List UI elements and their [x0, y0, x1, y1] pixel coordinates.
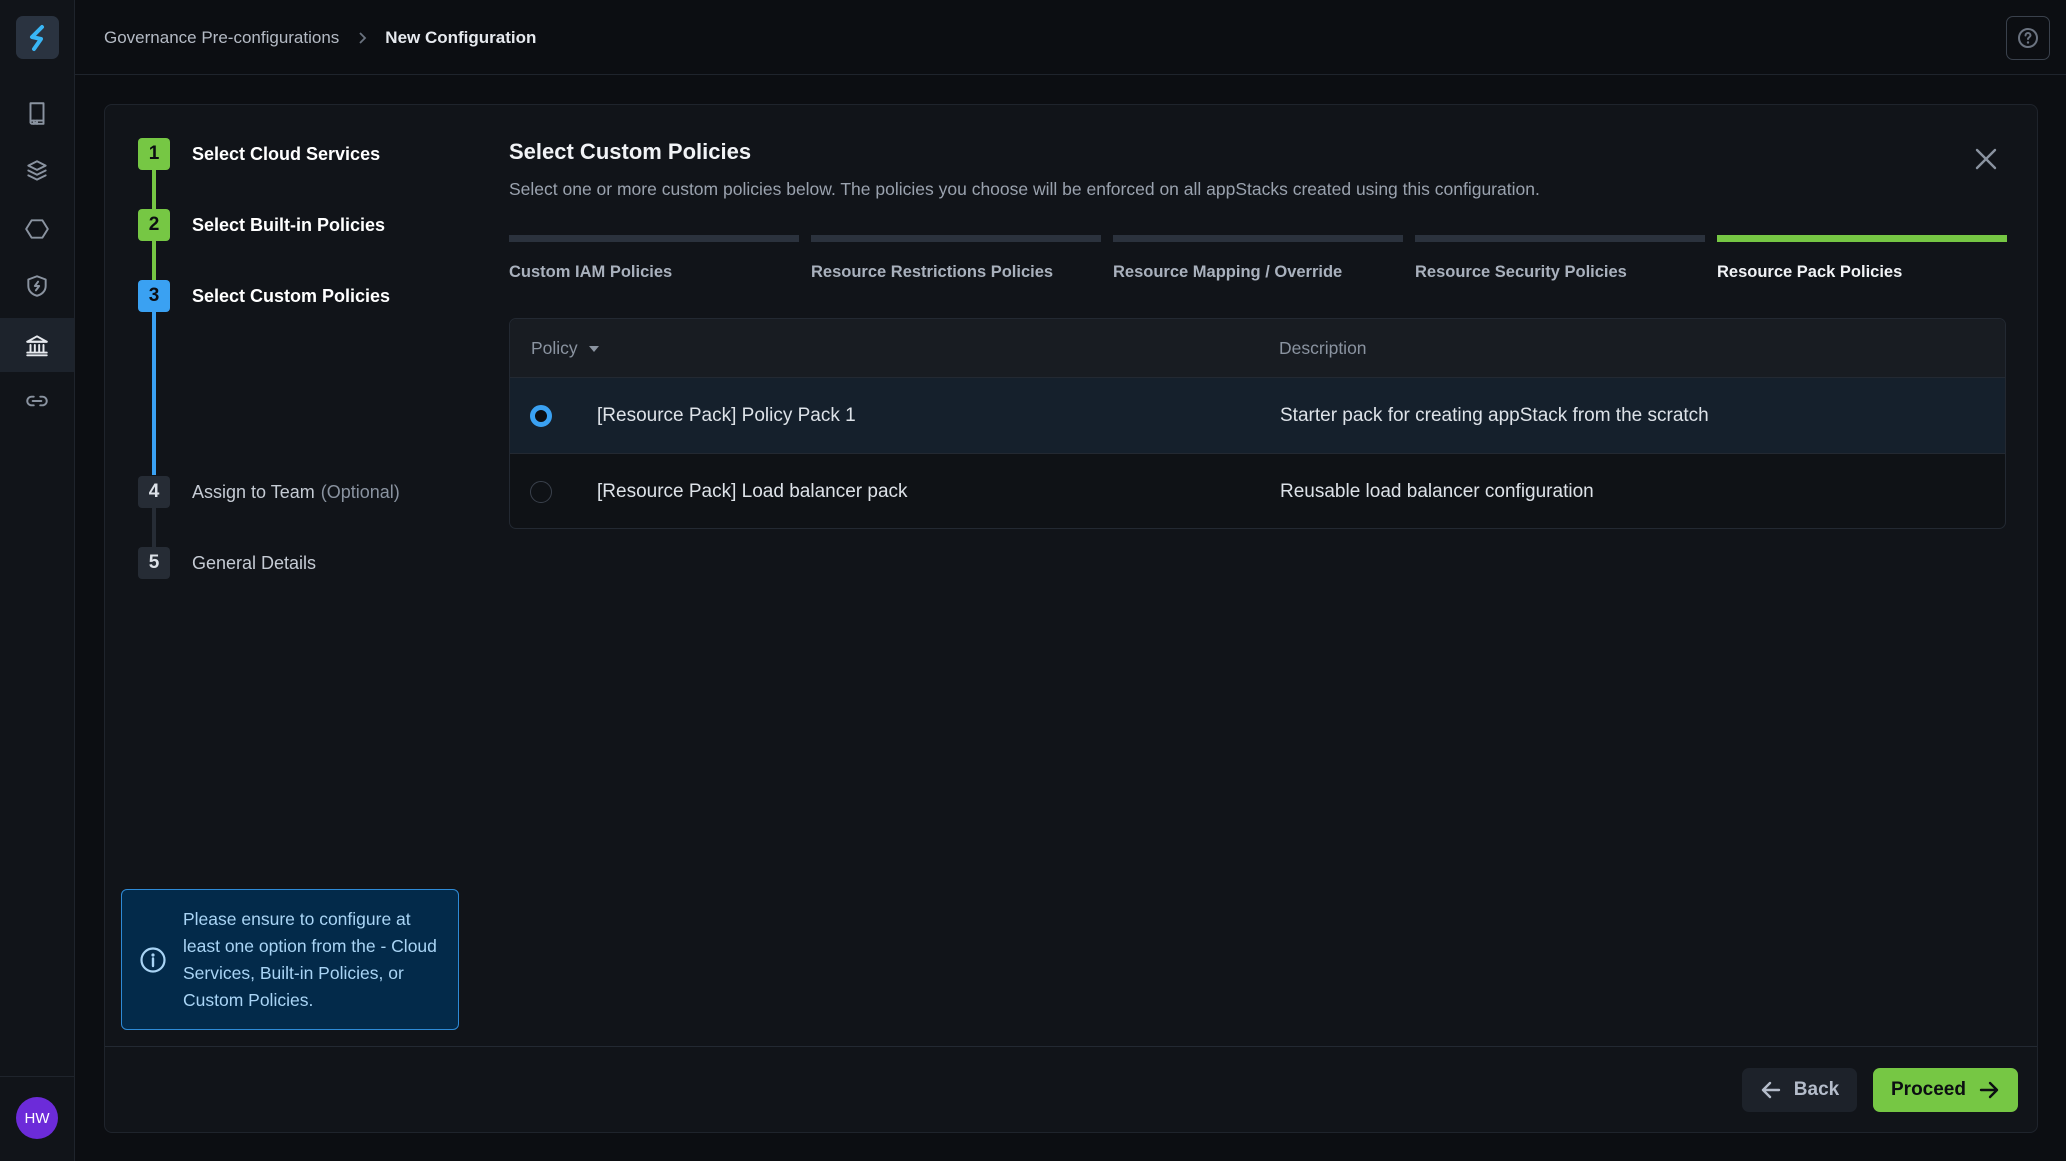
- policy-name: [Resource Pack] Policy Pack 1: [597, 378, 856, 454]
- sidebar-divider: [0, 1076, 74, 1077]
- step-select-built-in-policies[interactable]: 2 Select Built-in Policies: [138, 209, 385, 241]
- close-button[interactable]: [1970, 143, 2002, 175]
- tab-indicator: [811, 235, 1101, 242]
- app-logo[interactable]: [16, 16, 59, 59]
- step-connector: [152, 170, 156, 209]
- sort-caret-down-icon: [589, 346, 599, 352]
- configuration-wizard: 1 Select Cloud Services 2 Select Built-i…: [104, 104, 2038, 1133]
- sidebar-item-governance[interactable]: [0, 318, 74, 372]
- column-header-label: Policy: [531, 338, 578, 359]
- link-icon: [24, 388, 50, 414]
- sidebar-item-integrations[interactable]: [0, 374, 74, 428]
- sidebar-item-components[interactable]: [0, 202, 74, 256]
- step-connector: [152, 312, 156, 475]
- proceed-label: Proceed: [1891, 1079, 1966, 1101]
- info-icon: [139, 946, 167, 974]
- top-header: Governance Pre-configurations New Config…: [75, 0, 2066, 75]
- arrow-left-icon: [1760, 1079, 1782, 1101]
- layers-icon: [24, 158, 50, 184]
- tab-resource-pack-policies[interactable]: Resource Pack Policies: [1717, 235, 2007, 295]
- help-button[interactable]: [2006, 16, 2050, 60]
- step-assign-to-team[interactable]: 4 Assign to Team (Optional): [138, 476, 400, 508]
- policies-table: Policy Description [Resource Pack] Polic…: [509, 318, 2006, 529]
- table-header: Policy Description: [510, 319, 2005, 378]
- step-label: General Details: [192, 553, 316, 574]
- tab-resource-restrictions-policies[interactable]: Resource Restrictions Policies: [811, 235, 1101, 295]
- tab-label: Resource Restrictions Policies: [811, 263, 1053, 282]
- close-icon: [1974, 147, 1998, 171]
- step-general-details[interactable]: 5 General Details: [138, 547, 316, 579]
- step-label: Select Cloud Services: [192, 144, 380, 165]
- back-button[interactable]: Back: [1742, 1068, 1857, 1112]
- policy-description: Starter pack for creating appStack from …: [1280, 378, 1709, 454]
- arrow-right-icon: [1978, 1079, 2000, 1101]
- tab-indicator: [1113, 235, 1403, 242]
- step-select-cloud-services[interactable]: 1 Select Cloud Services: [138, 138, 380, 170]
- proceed-button[interactable]: Proceed: [1873, 1068, 2018, 1112]
- sidebar-item-catalog[interactable]: [0, 86, 74, 140]
- step-select-custom-policies[interactable]: 3 Select Custom Policies: [138, 280, 390, 312]
- policy-name: [Resource Pack] Load balancer pack: [597, 454, 908, 529]
- step-connector: [152, 241, 156, 280]
- sidebar-item-security[interactable]: [0, 259, 74, 313]
- info-text: Please ensure to configure at least one …: [183, 906, 443, 1014]
- step-number: 2: [138, 209, 170, 241]
- tab-indicator: [1415, 235, 1705, 242]
- step-number: 4: [138, 476, 170, 508]
- tab-label: Resource Security Policies: [1415, 263, 1627, 282]
- breadcrumb-governance-link[interactable]: Governance Pre-configurations: [104, 28, 339, 48]
- step-connector: [152, 508, 156, 547]
- table-row[interactable]: [Resource Pack] Policy Pack 1 Starter pa…: [510, 378, 2005, 454]
- tab-label: Custom IAM Policies: [509, 263, 672, 282]
- breadcrumb-current: New Configuration: [385, 28, 536, 48]
- row-radio[interactable]: [530, 481, 552, 503]
- footer-divider: [105, 1046, 2037, 1047]
- avatar[interactable]: HW: [16, 1097, 58, 1139]
- help-circle-icon: [2016, 26, 2040, 50]
- step-optional-tag: (Optional): [321, 482, 400, 502]
- table-row[interactable]: [Resource Pack] Load balancer pack Reusa…: [510, 454, 2005, 529]
- shield-bolt-icon: [24, 273, 50, 299]
- step-label: Select Built-in Policies: [192, 215, 385, 236]
- step-number: 3: [138, 280, 170, 312]
- step-number: 1: [138, 138, 170, 170]
- book-icon: [24, 100, 50, 126]
- tab-custom-iam-policies[interactable]: Custom IAM Policies: [509, 235, 799, 295]
- tab-label: Resource Mapping / Override: [1113, 263, 1342, 282]
- step-label: Select Custom Policies: [192, 286, 390, 307]
- breadcrumb: Governance Pre-configurations New Config…: [104, 0, 536, 75]
- back-label: Back: [1794, 1079, 1839, 1101]
- policy-description: Reusable load balancer configuration: [1280, 454, 1594, 529]
- info-banner: Please ensure to configure at least one …: [121, 889, 459, 1030]
- tab-resource-mapping-override[interactable]: Resource Mapping / Override: [1113, 235, 1403, 295]
- app-logo-icon: [25, 24, 51, 52]
- sidebar-item-stacks[interactable]: [0, 144, 74, 198]
- column-header-description: Description: [1279, 319, 1367, 378]
- page-subtitle: Select one or more custom policies below…: [509, 179, 1540, 200]
- page-title: Select Custom Policies: [509, 139, 751, 165]
- tab-label: Resource Pack Policies: [1717, 263, 1902, 282]
- bank-icon: [24, 332, 50, 358]
- sidebar: HW: [0, 0, 75, 1161]
- tab-indicator: [509, 235, 799, 242]
- tab-indicator: [1717, 235, 2007, 242]
- hexagon-icon: [24, 216, 50, 242]
- step-label: Assign to Team (Optional): [192, 482, 400, 503]
- step-label-text: Assign to Team: [192, 482, 315, 502]
- chevron-right-icon: [357, 31, 367, 45]
- tab-resource-security-policies[interactable]: Resource Security Policies: [1415, 235, 1705, 295]
- step-number: 5: [138, 547, 170, 579]
- column-header-policy[interactable]: Policy: [531, 319, 599, 378]
- row-radio[interactable]: [530, 405, 552, 427]
